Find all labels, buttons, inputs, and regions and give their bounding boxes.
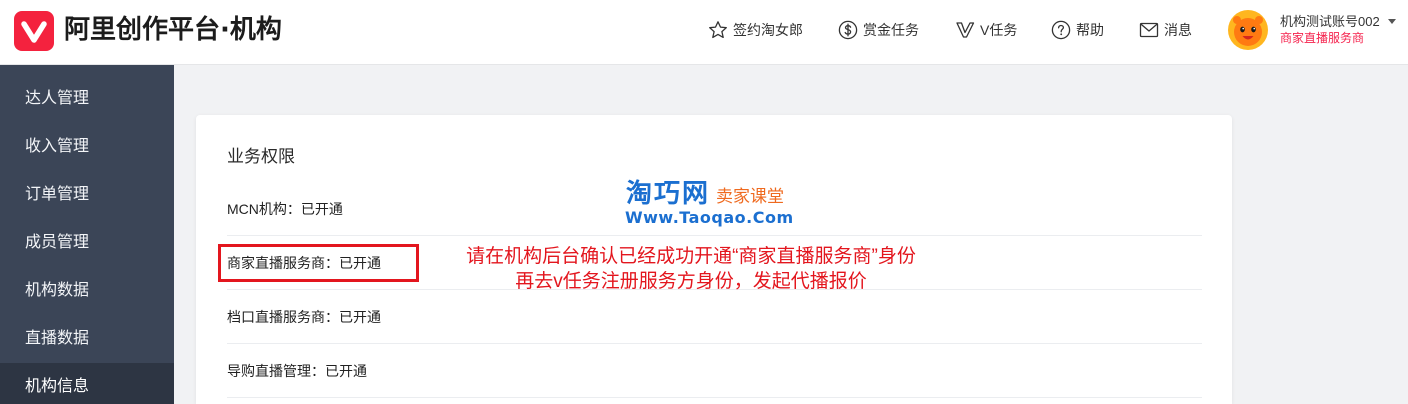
sidebar-item-live-data[interactable]: 直播数据 (0, 315, 174, 363)
permission-name: MCN机构： (227, 201, 301, 217)
permission-status: 已开通 (325, 363, 367, 379)
account-name[interactable]: 机构测试账号002 (1280, 14, 1380, 30)
nav-label: V任务 (980, 22, 1018, 38)
permission-row: 档口直播服务商：已开通 (227, 290, 1202, 344)
nav-signed-models[interactable]: 签约淘女郎 (708, 20, 803, 40)
watermark-url: Www.Taoqao.Com (625, 208, 794, 227)
permission-name: 导购直播管理： (227, 363, 325, 379)
annotation-line: 请在机构后台确认已经成功开通“商家直播服务商”身份 (466, 246, 916, 267)
nav-bounty-tasks[interactable]: 赏金任务 (838, 20, 919, 40)
annotation-note: 请在机构后台确认已经成功开通“商家直播服务商”身份 再去v任务注册服务方身份，发… (391, 244, 991, 294)
home-link[interactable]: 阿里创作平台·机构 (14, 11, 284, 51)
top-header: 阿里创作平台·机构 签约淘女郎 赏金任务 V任务 帮助 消息 机构测试账号002… (0, 0, 1408, 65)
highlight-box (218, 244, 419, 282)
sidebar-item-agency-data[interactable]: 机构数据 (0, 267, 174, 315)
watermark-tagline: 卖家课堂 (716, 187, 784, 206)
sidebar-item-agency-info[interactable]: 机构信息 (0, 363, 174, 404)
nav-label: 赏金任务 (863, 22, 919, 38)
nav-messages[interactable]: 消息 (1139, 20, 1192, 40)
help-circle-icon (1051, 20, 1071, 40)
sidebar-item-orders[interactable]: 订单管理 (0, 171, 174, 219)
sidebar: 达人管理 收入管理 订单管理 成员管理 机构数据 直播数据 机构信息 (0, 65, 174, 404)
permission-row: 导购直播管理：已开通 (227, 344, 1202, 398)
nav-label: 消息 (1164, 22, 1192, 38)
sidebar-item-income[interactable]: 收入管理 (0, 123, 174, 171)
permission-status: 已开通 (339, 309, 381, 325)
watermark-brand: 淘巧网 (626, 178, 711, 208)
envelope-icon (1139, 20, 1159, 40)
caret-down-icon[interactable] (1388, 19, 1396, 24)
avatar[interactable] (1228, 10, 1268, 50)
annotation-line: 再去v任务注册服务方身份，发起代播报价 (515, 271, 867, 292)
sidebar-item-members[interactable]: 成员管理 (0, 219, 174, 267)
account-role: 商家直播服务商 (1280, 31, 1365, 45)
sidebar-item-talent[interactable]: 达人管理 (0, 75, 174, 123)
permission-status: 已开通 (300, 201, 343, 217)
card-title: 业务权限 (227, 147, 295, 166)
platform-logo-icon (14, 11, 54, 51)
star-icon (708, 20, 728, 40)
platform-title: 阿里创作平台·机构 (64, 15, 282, 45)
v-task-icon (955, 20, 975, 40)
nav-v-tasks[interactable]: V任务 (955, 20, 1017, 40)
nav-help[interactable]: 帮助 (1051, 20, 1104, 40)
nav-label: 签约淘女郎 (733, 22, 803, 38)
nav-label: 帮助 (1076, 22, 1104, 38)
permission-name: 档口直播服务商： (227, 309, 339, 325)
dollar-circle-icon (838, 20, 858, 40)
